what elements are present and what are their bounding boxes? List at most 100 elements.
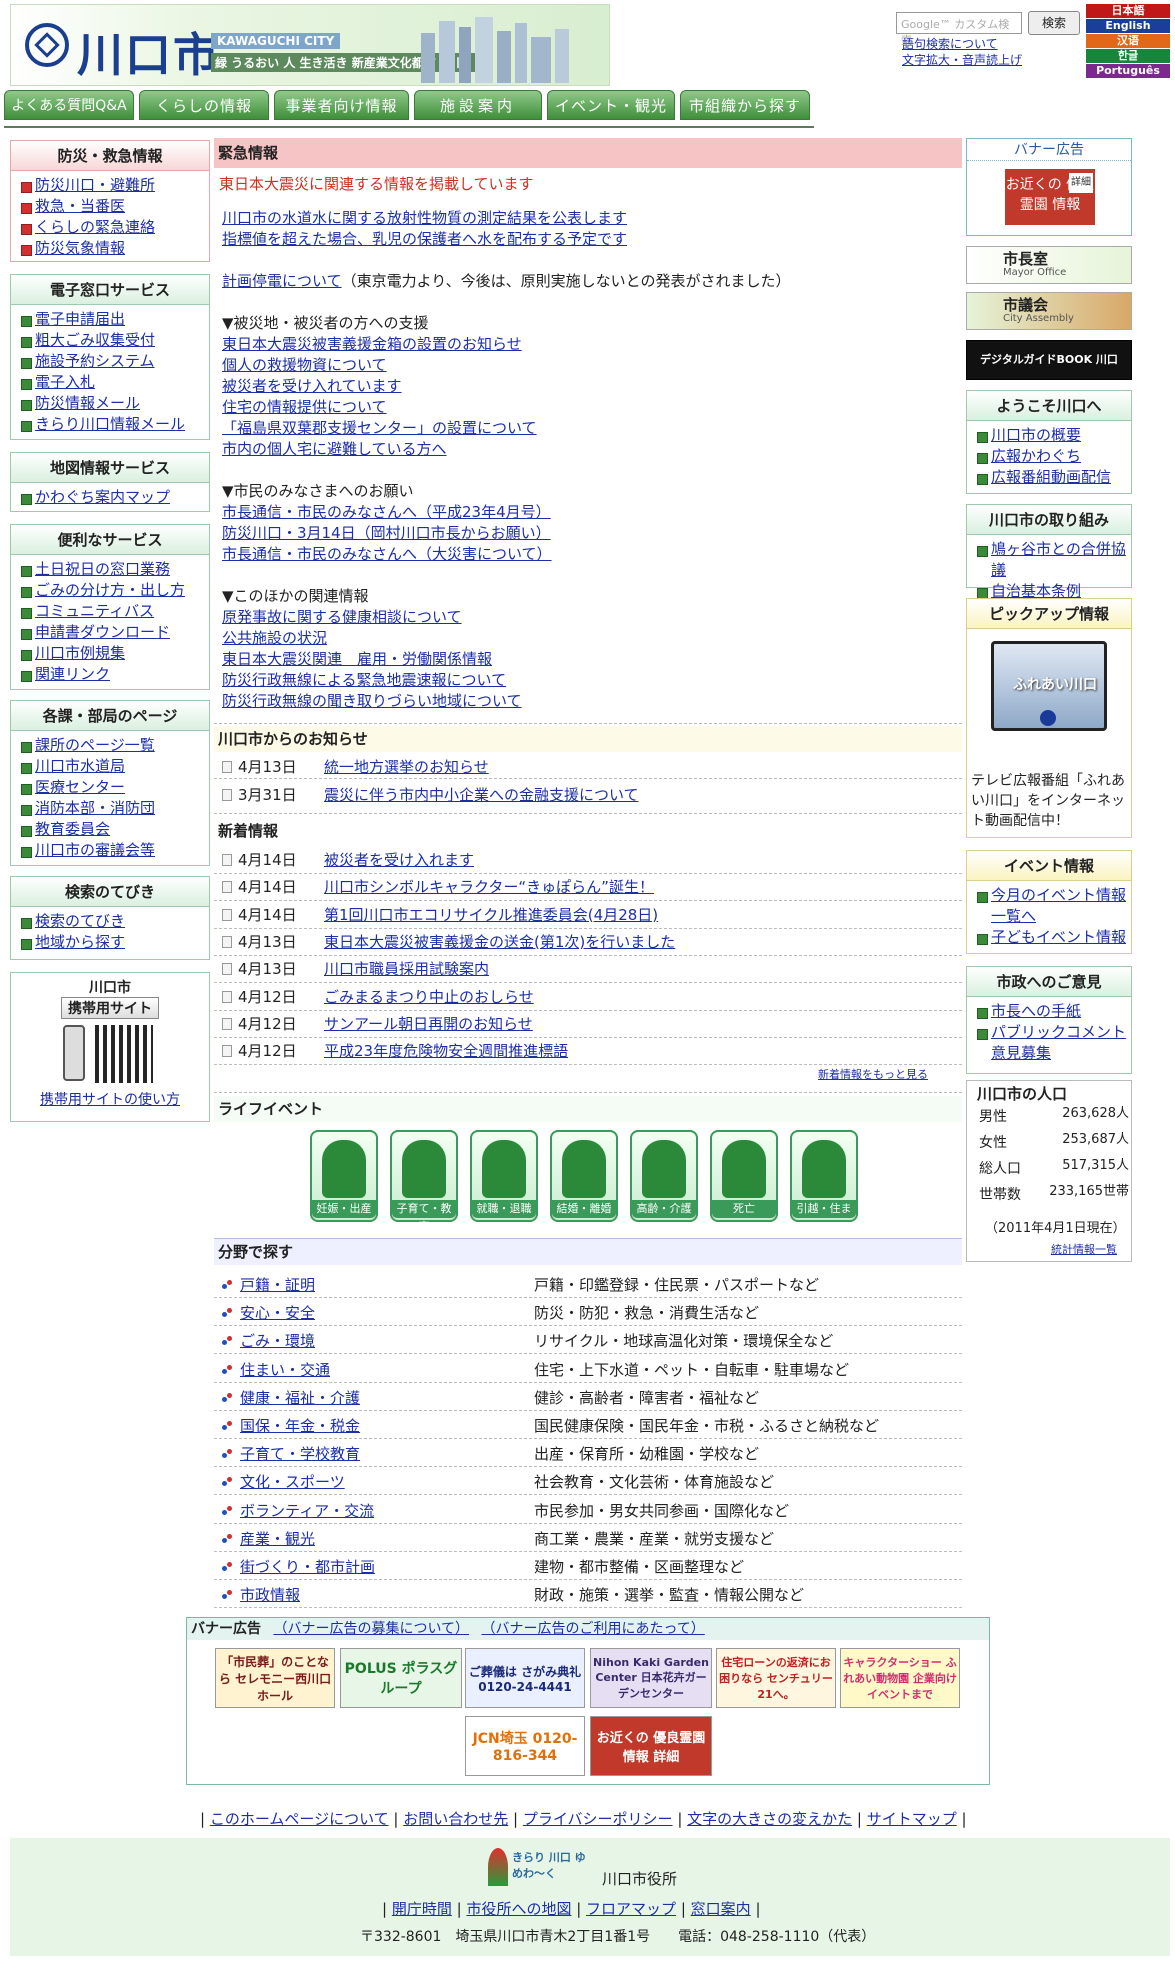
opinion-item[interactable]: 市長への手紙 (975, 1001, 1131, 1022)
emergency-link[interactable]: 防災行政無線の聞き取りづらい地域について (222, 692, 522, 710)
footer-link[interactable]: お問い合わせ先 (403, 1810, 508, 1828)
search-guide-item[interactable]: 地域から探す (19, 932, 209, 953)
banner-sagami[interactable]: ご葬儀は さがみ典礼 0120-24-4441 (465, 1648, 585, 1708)
news-link[interactable]: 東日本大震災被害義援金の送金(第1次)を行いました (324, 933, 675, 951)
department-item[interactable]: 消防本部・消防団 (19, 798, 209, 819)
emergency-link[interactable]: 「福島県双葉郡支援センター」の設置について (222, 419, 537, 437)
useful-item[interactable]: 川口市例規集 (19, 643, 209, 664)
efforts-item[interactable]: 鳩ヶ谷市との合併協議 (975, 539, 1131, 581)
emergency-link[interactable]: 川口市の水道水に関する放射性物質の測定結果を公表します (222, 209, 627, 227)
lang-korean[interactable]: 한글 (1086, 49, 1170, 63)
e-service-item[interactable]: 粗大ごみ収集受付 (19, 330, 209, 351)
life-event-1[interactable]: 妊娠・出産 (310, 1130, 378, 1222)
emergency-link[interactable]: 被災者を受け入れています (222, 377, 402, 395)
stats-link[interactable]: 統計情報一覧 (1051, 1241, 1117, 1257)
life-event-4[interactable]: 結婚・離婚 (550, 1130, 618, 1222)
useful-item[interactable]: コミュニティバス (19, 601, 209, 622)
e-service-item[interactable]: 電子入札 (19, 372, 209, 393)
department-item[interactable]: 課所のページ一覧 (19, 735, 209, 756)
play-icon[interactable] (1040, 710, 1056, 726)
lang-chinese[interactable]: 汉语 (1086, 34, 1170, 48)
guidebook-banner[interactable]: デジタルガイドBOOK 川口 city.com (966, 340, 1132, 404)
lang-japanese[interactable]: 日本語 (1086, 4, 1170, 18)
nav-business[interactable]: 事業者向け情報 (274, 90, 409, 120)
opinion-item[interactable]: パブリックコメント意見募集 (975, 1022, 1131, 1064)
news-link[interactable]: サンアール朝日再開のお知らせ (324, 1015, 533, 1033)
footer-link[interactable]: このホームページについて (210, 1810, 389, 1828)
field-link[interactable]: 子育て・学校教育 (240, 1445, 360, 1463)
useful-item[interactable]: 土日祝日の窓口業務 (19, 559, 209, 580)
welcome-item[interactable]: 広報かわぐち (975, 446, 1131, 467)
banner-polus[interactable]: POLUS ポラスグループ (340, 1648, 462, 1708)
field-link[interactable]: 街づくり・都市計画 (240, 1558, 375, 1576)
lang-portuguese[interactable]: Português (1086, 64, 1170, 78)
emergency-link[interactable]: 防災行政無線による緊急地震速報について (222, 671, 506, 689)
emergency-link[interactable]: 市長通信・市民のみなさんへ（大災害について） (222, 545, 552, 563)
map-item[interactable]: かわぐち案内マップ (19, 487, 209, 508)
e-service-item[interactable]: 電子申請届出 (19, 309, 209, 330)
emergency-link[interactable]: 市長通信・市民のみなさんへ（平成23年4月号） (222, 503, 551, 521)
banner-recruit-link[interactable]: （バナー広告の募集について） (273, 1621, 469, 1637)
nav-facilities[interactable]: 施設案内 (414, 90, 542, 120)
banner-garden-center[interactable]: Nihon Kaki Garden Center 日本花卉ガーデンセンター (590, 1648, 712, 1708)
nav-faq[interactable]: よくある質問Q&A (4, 90, 134, 120)
emergency-link[interactable]: 指標値を超えた場合、乳児の保護者へ水を配布する予定です (222, 230, 627, 248)
useful-item[interactable]: ごみの分け方・出し方 (19, 580, 209, 601)
department-item[interactable]: 川口市水道局 (19, 756, 209, 777)
banner-ceremony[interactable]: 「市民葬」のことなら セレモニー西川口ホール (215, 1648, 335, 1708)
nav-organization[interactable]: 市組織から探す (680, 90, 810, 120)
field-link[interactable]: 健康・福祉・介護 (240, 1389, 360, 1407)
emergency-link[interactable]: 東日本大震災関連 雇用・労働関係情報 (222, 650, 492, 668)
banner-reien[interactable]: お近くの 優良霊園 情報 詳細 (590, 1716, 712, 1776)
useful-item[interactable]: 関連リンク (19, 664, 209, 685)
news-link[interactable]: ごみまるまつり中止のおしらせ (324, 988, 534, 1006)
field-link[interactable]: 国保・年金・税金 (240, 1417, 360, 1435)
events-item[interactable]: 今月のイベント情報一覧へ (975, 885, 1131, 927)
search-help-link[interactable]: 語句検索について (902, 36, 1022, 52)
emergency-link[interactable]: 市内の個人宅に避難している方へ (222, 440, 447, 458)
emergency-link[interactable]: 防災川口・3月14日（岡村川口市長からお願い） (222, 524, 551, 542)
mobile-title-2[interactable]: 携帯用サイト (61, 997, 159, 1019)
field-link[interactable]: 市政情報 (240, 1586, 300, 1604)
footer-link-2[interactable]: 窓口案内 (691, 1900, 751, 1918)
emergency-link[interactable]: 東日本大震災被害義援金箱の設置のお知らせ (222, 335, 522, 353)
footer-link-2[interactable]: 開庁時間 (392, 1900, 452, 1918)
nav-events[interactable]: イベント・観光 (547, 90, 675, 120)
life-event-2[interactable]: 子育て・教育 (390, 1130, 458, 1233)
news-link[interactable]: 被災者を受け入れます (324, 851, 474, 869)
e-service-item[interactable]: 防災情報メール (19, 393, 209, 414)
news-link[interactable]: 第1回川口市エコリサイクル推進委員会(4月28日) (324, 906, 658, 924)
news-link[interactable]: 川口市職員採用試験案内 (324, 960, 489, 978)
city-logo-text[interactable]: 川口市 (77, 19, 221, 85)
field-link[interactable]: 産業・観光 (240, 1530, 315, 1548)
life-event-7[interactable]: 引越・住まい (790, 1130, 858, 1233)
footer-link[interactable]: サイトマップ (867, 1810, 957, 1828)
mobile-usage-link[interactable]: 携帯用サイトの使い方 (11, 1089, 209, 1109)
mayor-office-banner[interactable]: 市長室 Mayor Office (966, 246, 1132, 284)
welcome-item[interactable]: 広報番組動画配信 (975, 467, 1131, 488)
disaster-item[interactable]: 防災川口・避難所 (19, 175, 209, 196)
e-service-item[interactable]: 施設予約システム (19, 351, 209, 372)
accessibility-link[interactable]: 文字拡大・音声読上げ (902, 52, 1022, 68)
lang-english[interactable]: English (1086, 19, 1170, 33)
emergency-link[interactable]: 計画停電について (222, 272, 342, 290)
field-link[interactable]: 安心・安全 (240, 1304, 315, 1322)
events-item[interactable]: 子どもイベント情報 (975, 927, 1131, 948)
footer-link-2[interactable]: 市役所への地図 (466, 1900, 571, 1918)
banner-character-show[interactable]: キャラクターショー ふれあい動物園 企業向けイベントまで (840, 1648, 960, 1708)
department-item[interactable]: 川口市の審議会等 (19, 840, 209, 861)
welcome-item[interactable]: 川口市の概要 (975, 425, 1131, 446)
emergency-link[interactable]: 個人の救援物資について (222, 356, 387, 374)
city-assembly-banner[interactable]: 市議会 City Assembly (966, 292, 1132, 330)
news-more-link[interactable]: 新着情報をもっと見る (818, 1066, 928, 1082)
search-guide-item[interactable]: 検索のてびき (19, 911, 209, 932)
disaster-item[interactable]: 救急・当番医 (19, 196, 209, 217)
disaster-item[interactable]: くらしの緊急連絡 (19, 217, 209, 238)
footer-link-2[interactable]: フロアマップ (586, 1900, 676, 1918)
pickup-video-player[interactable]: ふれあい川口 (991, 641, 1107, 731)
field-link[interactable]: ごみ・環境 (240, 1332, 315, 1350)
useful-item[interactable]: 申請書ダウンロード (19, 622, 209, 643)
emergency-link[interactable]: 公共施設の状況 (222, 629, 327, 647)
department-item[interactable]: 医療センター (19, 777, 209, 798)
field-link[interactable]: 文化・スポーツ (240, 1473, 345, 1491)
